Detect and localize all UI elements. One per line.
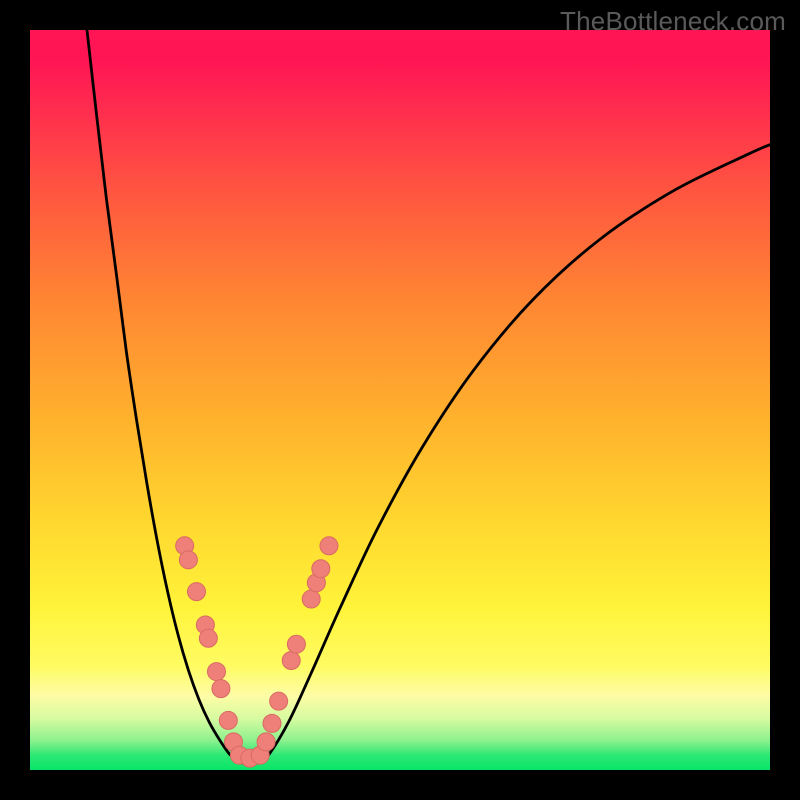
bead-marker [199,629,217,647]
bead-marker [312,560,330,578]
bead-marker [320,537,338,555]
bottleneck-curve [87,30,770,764]
bead-marker [188,583,206,601]
bead-marker [219,711,237,729]
watermark-text: TheBottleneck.com [560,6,786,37]
bead-marker [212,680,230,698]
bead-markers [176,537,338,767]
bead-marker [179,551,197,569]
bead-marker [270,692,288,710]
bead-marker [263,714,281,732]
curve-svg [30,30,770,770]
bead-marker [257,733,275,751]
bead-marker [287,635,305,653]
bead-marker [282,651,300,669]
plot-area [30,30,770,770]
bead-marker [302,590,320,608]
bead-marker [207,663,225,681]
chart-frame: TheBottleneck.com [0,0,800,800]
